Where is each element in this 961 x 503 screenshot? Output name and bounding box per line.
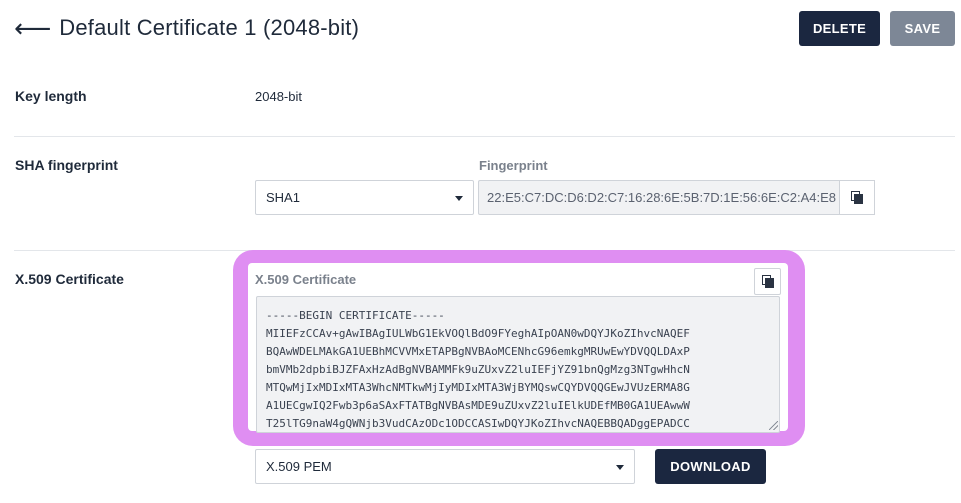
key-length-label: Key length — [15, 88, 87, 104]
certificate-field-label: X.509 Certificate — [255, 272, 357, 287]
chevron-down-icon — [616, 465, 624, 470]
copy-icon — [851, 191, 863, 204]
sha-fingerprint-label: SHA fingerprint — [15, 157, 118, 173]
x509-certificate-label: X.509 Certificate — [15, 271, 124, 287]
fingerprint-field-label: Fingerprint — [479, 158, 548, 173]
divider — [14, 136, 955, 137]
delete-button[interactable]: DELETE — [799, 11, 880, 46]
certificate-format-select[interactable]: X.509 PEM — [255, 449, 635, 484]
resize-handle[interactable] — [769, 421, 778, 430]
sha-algorithm-value: SHA1 — [266, 190, 300, 205]
key-length-value: 2048-bit — [255, 89, 302, 104]
certificate-textarea[interactable]: -----BEGIN CERTIFICATE----- MIIEFzCCAv+g… — [256, 296, 780, 433]
copy-certificate-button[interactable] — [754, 268, 781, 295]
page-header: ⟵ Default Certificate 1 (2048-bit) — [14, 10, 359, 46]
arrow-left-icon[interactable]: ⟵ — [14, 15, 51, 41]
sha-algorithm-select[interactable]: SHA1 — [255, 180, 474, 215]
save-button[interactable]: SAVE — [890, 11, 955, 46]
page-title: Default Certificate 1 (2048-bit) — [59, 15, 360, 40]
chevron-down-icon — [455, 196, 463, 201]
fingerprint-field[interactable]: 22:E5:C7:DC:D6:D2:C7:16:28:6E:5B:7D:1E:5… — [478, 180, 840, 215]
copy-fingerprint-button[interactable] — [839, 180, 875, 215]
certificate-format-value: X.509 PEM — [266, 459, 332, 474]
copy-icon — [761, 275, 774, 288]
download-button[interactable]: DOWNLOAD — [655, 449, 766, 484]
